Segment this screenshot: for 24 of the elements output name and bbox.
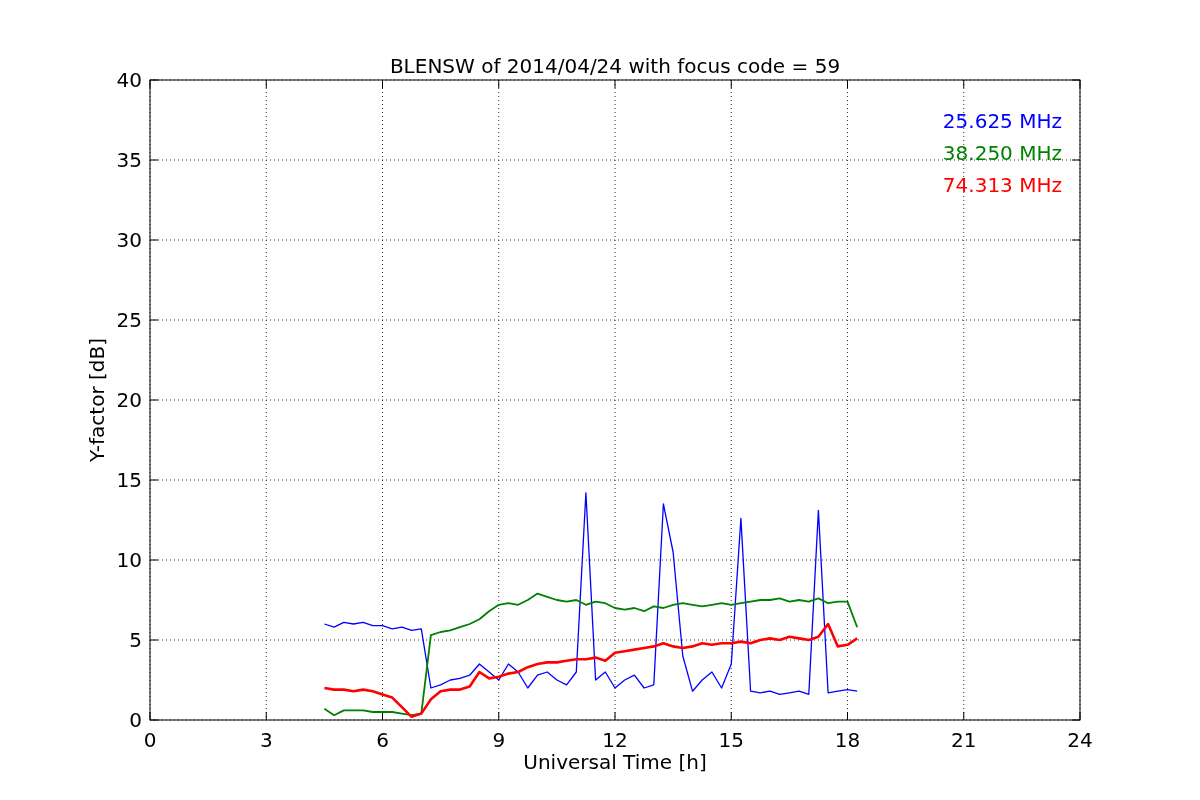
- tick-label: 10: [116, 548, 142, 572]
- tick-label: 30: [116, 228, 142, 252]
- tick-label: 35: [116, 148, 142, 172]
- y-axis-label: Y-factor [dB]: [85, 338, 109, 462]
- tick-label: 9: [492, 728, 506, 752]
- tick-label: 18: [834, 728, 861, 752]
- legend-label: 74.313 MHz: [942, 173, 1062, 197]
- tick-label: 12: [602, 728, 628, 752]
- tick-label: 20: [116, 388, 142, 412]
- tick-label: 25: [116, 308, 142, 332]
- legend-label: 38.250 MHz: [942, 141, 1062, 165]
- chart-title: BLENSW of 2014/04/24 with focus code = 59: [389, 54, 841, 78]
- tick-label: 5: [129, 628, 142, 652]
- tick-label: 21: [951, 728, 977, 752]
- tick-label: 3: [259, 728, 273, 752]
- tick-label: 15: [718, 728, 744, 752]
- x-axis-label: Universal Time [h]: [523, 750, 707, 774]
- tick-label: 15: [116, 468, 142, 492]
- tick-label: 40: [116, 68, 142, 92]
- tick-label: 0: [129, 708, 142, 732]
- tick-label: 6: [376, 728, 389, 752]
- legend-label: 25.625 MHz: [942, 109, 1062, 133]
- tick-label: 24: [1067, 728, 1093, 752]
- tick-label: 0: [143, 728, 157, 752]
